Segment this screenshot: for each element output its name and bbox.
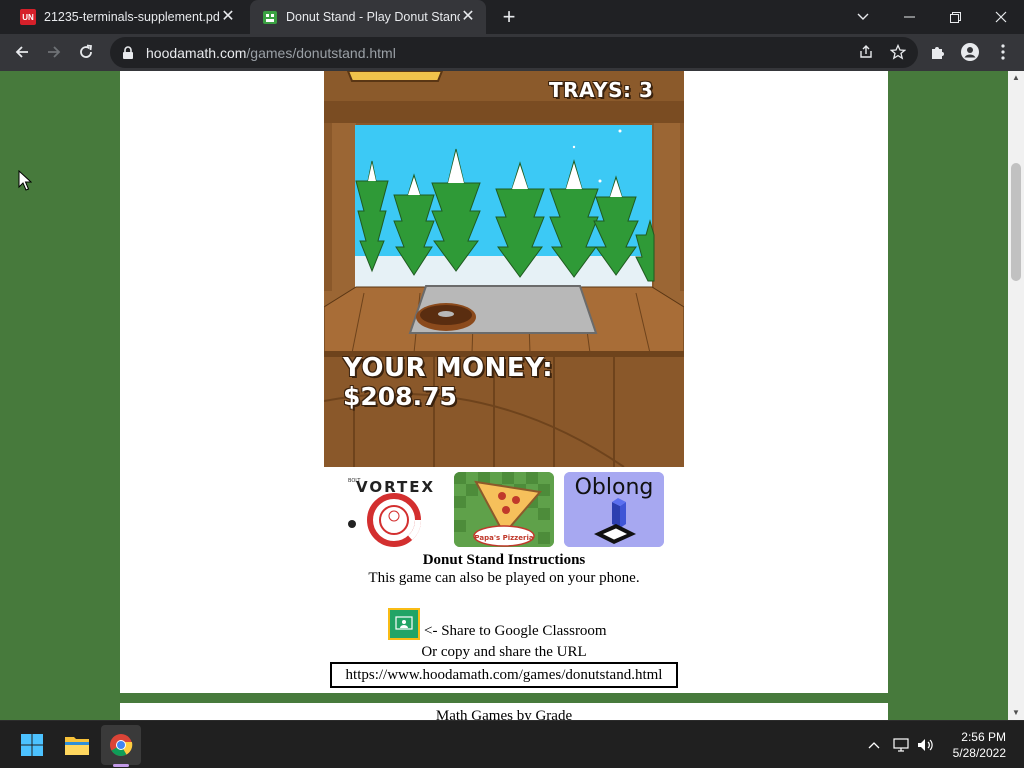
tab-pdf[interactable]: UN 21235-terminals-supplement.pdf ✕ <box>8 0 246 34</box>
scroll-up-icon[interactable]: ▲ <box>1008 71 1024 85</box>
url-host: hoodamath.com <box>146 44 247 61</box>
share-classroom-text: <- Share to Google Classroom <box>424 623 607 639</box>
close-icon[interactable]: ✕ <box>460 9 476 25</box>
browser-toolbar: hoodamath.com/games/donutstand.html <box>0 34 1024 71</box>
back-button[interactable] <box>8 38 36 66</box>
papas-pizzeria-title: Papa's Pizzeria <box>474 534 533 542</box>
money-label: YOUR MONEY: <box>343 353 554 383</box>
google-classroom-icon[interactable] <box>388 608 420 640</box>
instructions-title: Donut Stand Instructions <box>422 552 586 568</box>
clock-date: 5/28/2022 <box>952 746 1006 760</box>
money-value: $208.75 <box>343 382 457 411</box>
volume-icon[interactable] <box>916 735 936 755</box>
chrome-taskbar-button[interactable] <box>101 725 141 765</box>
page-scrollbar[interactable]: ▲ ▼ <box>1008 71 1024 720</box>
pdf-icon: UN <box>20 9 36 25</box>
tab-title: Donut Stand - Play Donut Stand <box>286 10 460 24</box>
active-app-indicator <box>113 764 129 767</box>
related-game-papas-pizzeria[interactable]: Papa's Pizzeria <box>454 472 554 547</box>
share-classroom-row: <- Share to Google Classroom <box>388 608 607 640</box>
profile-avatar-icon[interactable] <box>960 42 980 62</box>
forward-button[interactable] <box>40 38 68 66</box>
minimize-button[interactable] <box>886 0 932 34</box>
tab-title: 21235-terminals-supplement.pdf <box>44 10 220 24</box>
tab-strip: UN 21235-terminals-supplement.pdf ✕ Donu… <box>0 0 1024 34</box>
mouse-cursor-icon <box>18 170 32 191</box>
url-path: /games/donutstand.html <box>246 44 396 61</box>
taskbar-clock[interactable]: 2:56 PM 5/28/2022 <box>953 729 1006 761</box>
windows-taskbar: 2:56 PM 5/28/2022 <box>0 720 1024 768</box>
lock-icon[interactable] <box>122 45 136 60</box>
new-tab-button[interactable]: + <box>498 6 520 28</box>
folder-icon <box>65 737 89 755</box>
bookmark-star-icon[interactable] <box>888 42 908 62</box>
tab-search-button[interactable] <box>840 0 886 34</box>
related-game-vortex[interactable]: BOLT VORTEX <box>344 472 444 547</box>
grade-section-panel: Math Games by Grade <box>120 703 888 720</box>
share-icon[interactable] <box>856 42 876 62</box>
restore-icon <box>949 11 961 23</box>
reload-button[interactable] <box>72 38 100 66</box>
chevron-down-icon <box>857 13 869 20</box>
related-game-oblong[interactable]: Oblong <box>564 472 664 547</box>
tab-donut-stand[interactable]: Donut Stand - Play Donut Stand ✕ <box>250 0 486 34</box>
scroll-down-icon[interactable]: ▼ <box>1008 706 1024 720</box>
start-button[interactable] <box>12 725 52 765</box>
donut-stand-game-canvas[interactable]: TRAYS: 3 YOUR MONEY: $208.75 <box>324 71 684 467</box>
game-content-panel: TRAYS: 3 YOUR MONEY: $208.75 BOLT VORTEX <box>120 71 888 693</box>
copy-url-text: Or copy and share the URL <box>421 644 587 660</box>
scrollbar-thumb[interactable] <box>1011 163 1021 281</box>
minimize-icon <box>903 16 915 18</box>
clock-time: 2:56 PM <box>961 730 1006 744</box>
chrome-icon <box>110 734 133 756</box>
network-icon[interactable] <box>891 735 911 755</box>
reload-icon <box>80 44 93 58</box>
extensions-puzzle-icon[interactable] <box>928 42 948 62</box>
close-icon <box>995 11 1007 23</box>
file-explorer-button[interactable] <box>57 725 97 765</box>
page-viewport: TRAYS: 3 YOUR MONEY: $208.75 BOLT VORTEX <box>0 71 1008 720</box>
forward-arrow-icon <box>48 46 61 58</box>
share-url-field[interactable]: https://www.hoodamath.com/games/donutsta… <box>330 662 678 688</box>
restore-button[interactable] <box>932 0 978 34</box>
kebab-menu-icon[interactable] <box>993 42 1013 62</box>
close-icon[interactable]: ✕ <box>220 9 236 25</box>
trays-counter: TRAYS: 3 <box>549 78 654 102</box>
hoodamath-icon <box>262 9 278 25</box>
back-arrow-icon <box>15 46 28 58</box>
math-games-by-grade-heading: Math Games by Grade <box>435 708 573 720</box>
chevron-up-icon[interactable] <box>864 735 884 755</box>
oblong-title: Oblong <box>575 475 654 500</box>
close-window-button[interactable] <box>978 0 1024 34</box>
windows-logo-icon <box>21 734 43 756</box>
address-bar[interactable]: hoodamath.com/games/donutstand.html <box>110 37 918 68</box>
instructions-text: This game can also be played on your pho… <box>368 570 640 586</box>
